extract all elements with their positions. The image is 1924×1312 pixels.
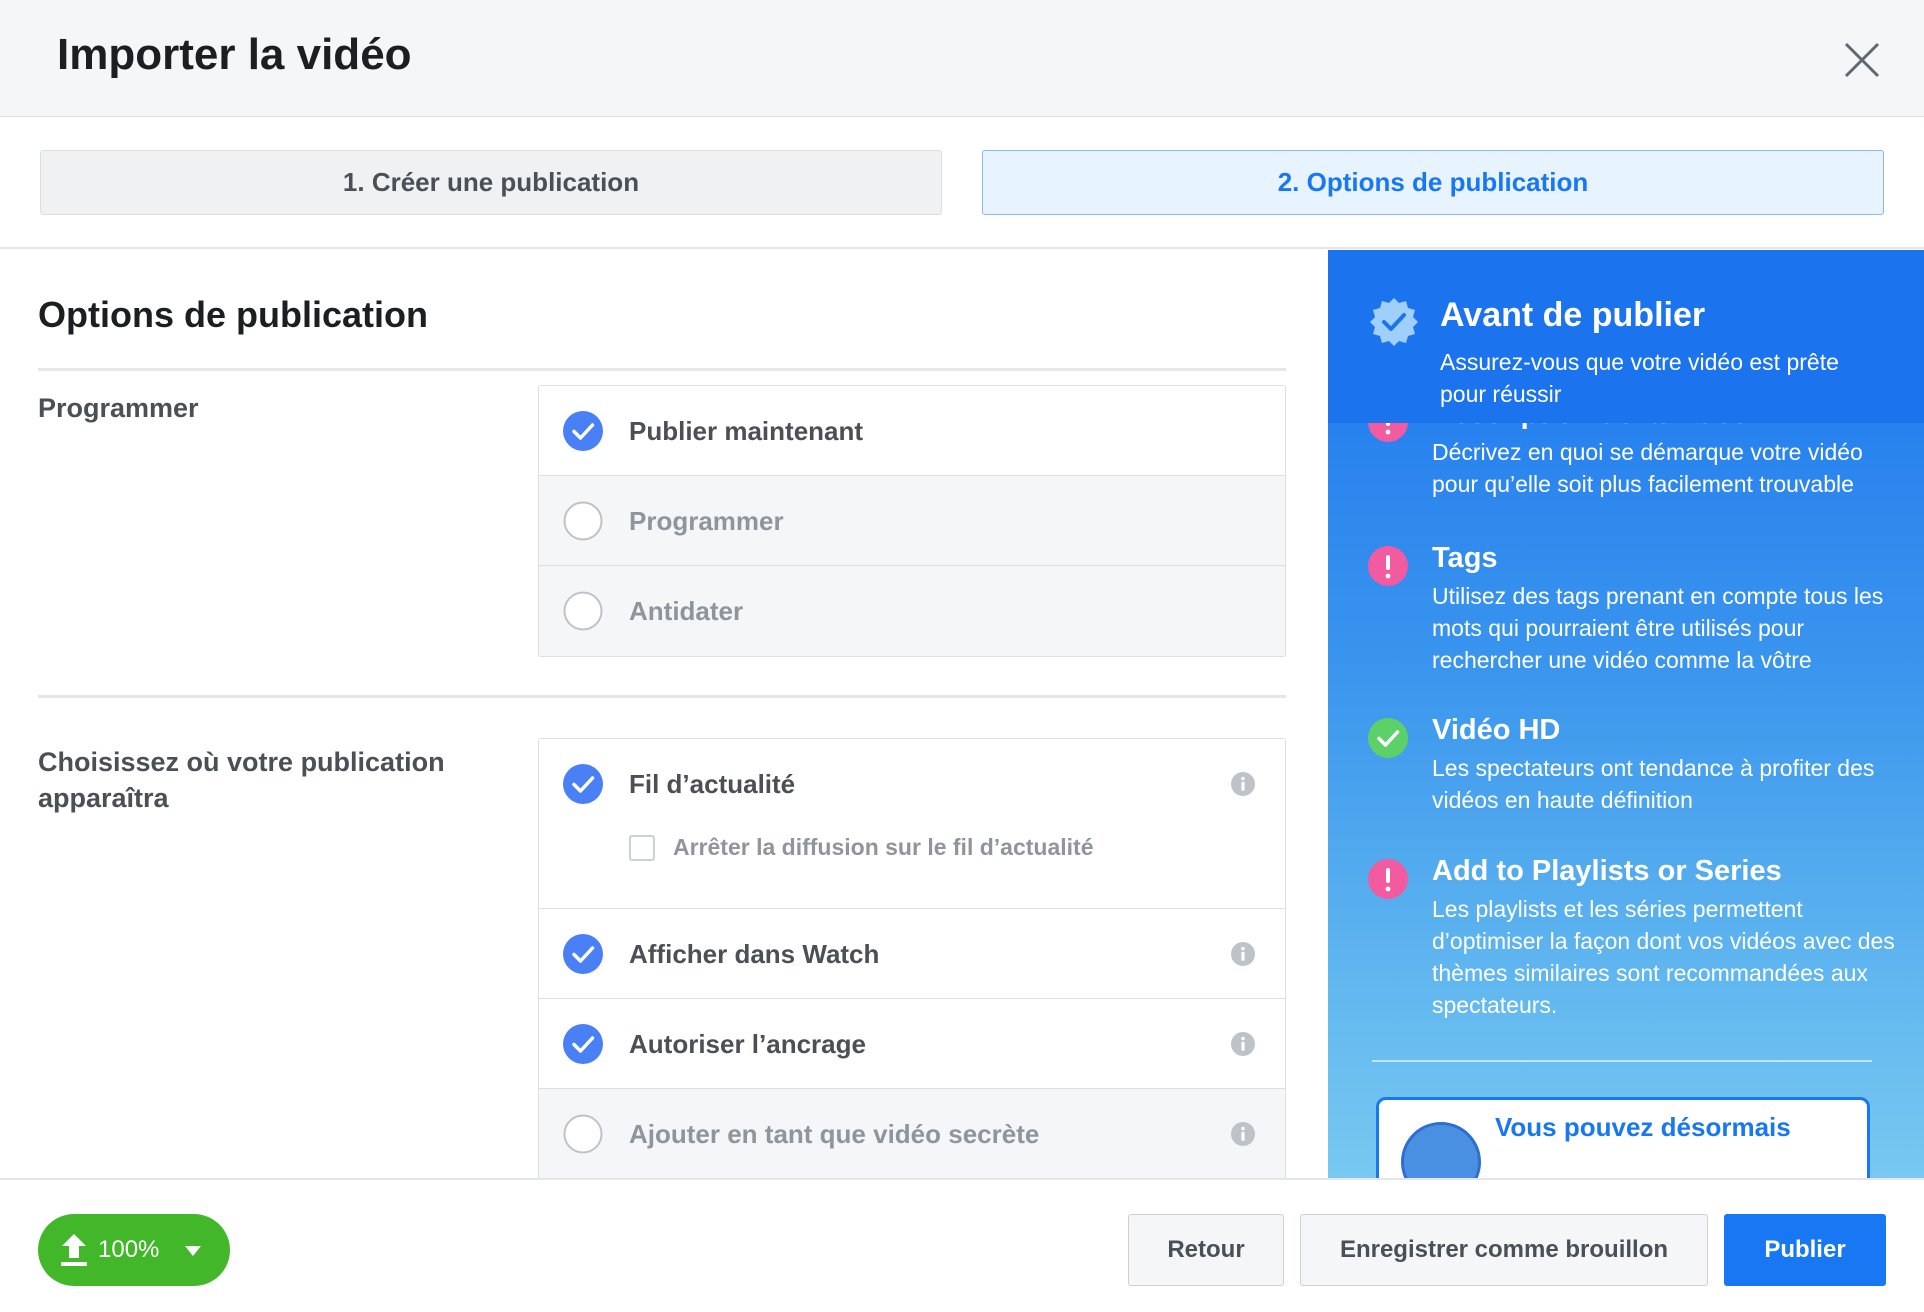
section-title: Options de publication <box>38 294 428 335</box>
chevron-down-icon <box>185 1246 201 1256</box>
dialog-title: Importer la vidéo <box>57 30 412 79</box>
schedule-label: Programmer <box>38 393 199 423</box>
option-watch[interactable]: Afficher dans Watch <box>539 909 1285 999</box>
back-button[interactable]: Retour <box>1128 1214 1284 1286</box>
tip-description: Les spectateurs ont tendance à profiter … <box>1432 755 1875 813</box>
checkbox-checked-icon[interactable] <box>563 1024 603 1064</box>
divider <box>38 695 1286 698</box>
promo-card[interactable]: Vous pouvez désormais <box>1376 1097 1870 1178</box>
option-label: Publier maintenant <box>629 416 864 446</box>
upload-icon <box>61 1234 87 1266</box>
warning-icon <box>1368 546 1408 586</box>
placement-options: Fil d’actualité Arrêter la diffusion sur… <box>538 738 1286 1178</box>
radio-unchecked-icon[interactable] <box>563 501 603 541</box>
dialog-header: Importer la vidéo <box>0 0 1924 117</box>
step-tabs: 1. Créer une publication 2. Options de p… <box>0 117 1924 249</box>
checkbox-checked-icon[interactable] <box>563 764 603 804</box>
info-icon[interactable] <box>1231 1032 1255 1056</box>
divider <box>38 368 1286 371</box>
schedule-options: Publier maintenant Programmer Antidater <box>538 385 1286 657</box>
tip-title: Tags <box>1432 542 1498 574</box>
tab-publish-options[interactable]: 2. Options de publication <box>982 150 1884 215</box>
option-label: Autoriser l’ancrage <box>629 1029 866 1059</box>
option-news-feed[interactable]: Fil d’actualité Arrêter la diffusion sur… <box>539 739 1285 909</box>
tip-title: Vidéo HD <box>1432 714 1561 746</box>
checkbox-checked-icon[interactable] <box>563 934 603 974</box>
check-circle-icon <box>1368 718 1408 758</box>
placement-label: Choisissez où votre publication apparaît… <box>38 747 445 813</box>
info-icon[interactable] <box>1231 942 1255 966</box>
tip-description: Décrivez en quoi se démarque votre vidéo… <box>1432 439 1863 497</box>
option-publish-now[interactable]: Publier maintenant <box>539 386 1285 476</box>
promo-text: Vous pouvez désormais <box>1495 1112 1791 1142</box>
option-schedule[interactable]: Programmer <box>539 476 1285 566</box>
close-button[interactable] <box>1840 38 1884 82</box>
option-allow-embedding[interactable]: Autoriser l’ancrage <box>539 999 1285 1089</box>
radio-unchecked-icon[interactable] <box>563 591 603 631</box>
info-icon[interactable] <box>1231 772 1255 796</box>
verified-badge-icon <box>1370 298 1418 346</box>
upload-progress-button[interactable]: 100% <box>38 1214 230 1286</box>
radio-checked-icon[interactable] <box>563 411 603 451</box>
panel-divider <box>1372 1060 1872 1062</box>
panel-subtitle: Assurez-vous que votre vidéo est prête p… <box>1440 349 1839 407</box>
panel-header: Avant de publier Assurez-vous que votre … <box>1328 250 1924 423</box>
tip-description: Utilisez des tags prenant en compte tous… <box>1432 583 1884 673</box>
stop-news-feed-label: Arrêter la diffusion sur le fil d’actual… <box>673 834 1094 860</box>
main-content: Options de publication Programmer Publie… <box>0 250 1328 1178</box>
publish-button[interactable]: Publier <box>1724 1214 1886 1286</box>
option-backdate[interactable]: Antidater <box>539 566 1285 656</box>
option-label: Afficher dans Watch <box>629 939 880 969</box>
option-label: Programmer <box>629 506 784 536</box>
tip-title: Add to Playlists or Series <box>1432 855 1782 887</box>
promo-image <box>1401 1122 1481 1178</box>
tab-create-post[interactable]: 1. Créer une publication <box>40 150 942 215</box>
warning-icon <box>1368 859 1408 899</box>
stop-news-feed-checkbox[interactable] <box>629 834 655 861</box>
tip-description: Les playlists et les séries permettent d… <box>1432 896 1895 1018</box>
stop-news-feed-option[interactable]: Arrêter la diffusion sur le fil d’actual… <box>629 834 1093 861</box>
save-draft-button[interactable]: Enregistrer comme brouillon <box>1300 1214 1708 1286</box>
upload-percentage: 100% <box>98 1236 160 1263</box>
dialog-footer: 100% Retour Enregistrer comme brouillon … <box>0 1178 1924 1312</box>
info-icon[interactable] <box>1231 1122 1255 1146</box>
option-label: Fil d’actualité <box>629 769 796 799</box>
close-icon <box>1844 42 1880 78</box>
checkbox-unchecked-icon[interactable] <box>563 1114 603 1154</box>
panel-title: Avant de publier <box>1440 296 1706 334</box>
option-secret-video[interactable]: Ajouter en tant que vidéo secrète <box>539 1089 1285 1178</box>
option-label: Antidater <box>629 596 744 626</box>
before-publishing-panel: Description de la vidéo Décrivez en quoi… <box>1328 250 1924 1178</box>
option-label: Ajouter en tant que vidéo secrète <box>629 1119 1040 1149</box>
